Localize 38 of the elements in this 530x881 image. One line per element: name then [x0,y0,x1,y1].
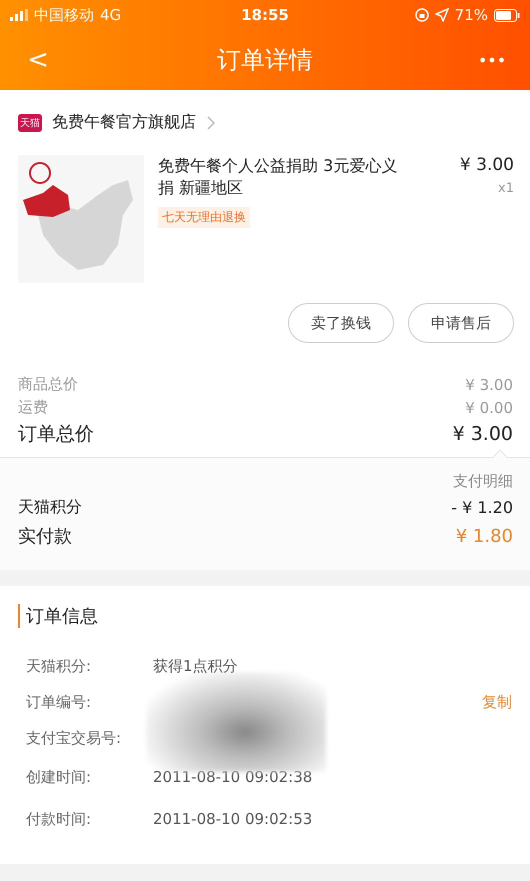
info-label: 支付宝交易号: [26,728,122,748]
network-type: 4G [100,6,122,24]
info-value: 获得1点积分 [153,656,239,676]
battery-icon [494,8,520,22]
summary-label: 商品总价 [18,375,78,394]
summary-value: ¥ 3.00 [452,423,513,445]
action-button[interactable]: 卖了换钱 [288,303,394,343]
battery-percent: 71% [454,6,488,24]
location-arrow-icon [434,8,449,22]
signal-icon [10,9,28,21]
product-price: ¥ 3.00 [460,155,514,175]
info-label: 天猫积分: [26,656,92,676]
summary-value: ¥ 0.00 [465,398,513,416]
payment-value: ¥ 1.80 [456,526,513,546]
product-title: 免费午餐个人公益捐助 3元爱心义捐 新疆地区 [158,155,398,199]
payment-label: 实付款 [18,525,72,548]
page-title: 订单详情 [216,45,314,76]
status-time: 18:55 [241,6,289,24]
payment-label: 天猫积分 [18,497,82,518]
action-button[interactable]: 申请售后 [408,303,514,343]
info-label: 付款时间: [26,810,92,828]
section-title: 订单信息 [18,604,512,628]
payment-details-heading: 支付明细 [453,472,513,491]
summary-label: 订单总价 [18,422,94,447]
store-badge: 天猫 [18,114,42,132]
summary-value: ¥ 3.00 [465,376,513,394]
rotation-lock-icon [414,8,429,22]
chevron-icon [206,114,216,130]
payment-value: - ¥ 1.20 [451,498,513,517]
carrier-name: 中国移动 [34,6,94,24]
return-policy-tag: 七天无理由退换 [158,207,250,228]
product-quantity: x1 [498,181,514,196]
info-label: 创建时间: [26,768,92,786]
info-value: 2011-08-10 09:02:53 [153,810,314,828]
store-link[interactable]: 免费午餐官方旗舰店 [52,112,216,133]
summary-label: 运费 [18,398,48,417]
info-label: 订单编号: [26,692,92,712]
info-value: 2011-08-10 09:02:38 [153,768,314,786]
